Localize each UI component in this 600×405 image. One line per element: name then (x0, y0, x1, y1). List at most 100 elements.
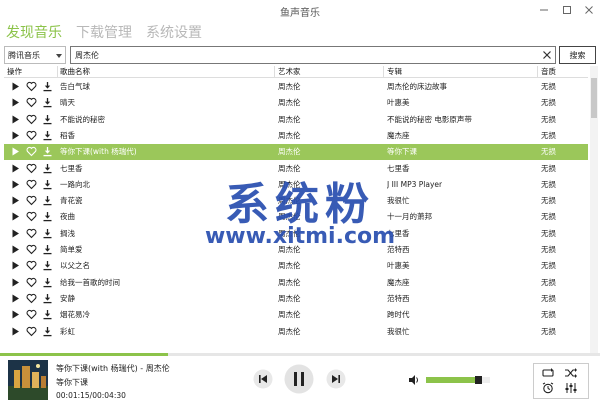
search-input[interactable] (70, 46, 556, 64)
search-button[interactable]: 搜索 (559, 46, 596, 64)
play-icon[interactable] (10, 163, 21, 174)
play-icon[interactable] (10, 277, 21, 288)
heart-icon[interactable] (26, 293, 37, 304)
heart-icon[interactable] (26, 146, 37, 157)
download-icon[interactable] (42, 309, 53, 320)
play-icon[interactable] (10, 97, 21, 108)
download-icon[interactable] (42, 260, 53, 271)
table-row[interactable]: 稻香 周杰伦 魔杰座 无损 (4, 128, 588, 144)
album-cover[interactable] (8, 360, 48, 400)
play-icon[interactable] (10, 130, 21, 141)
table-scrollbar[interactable] (590, 66, 598, 353)
table-row[interactable]: 不能说的秘密 周杰伦 不能说的秘密 电影原声带 无损 (4, 112, 588, 128)
player-bar: 等你下课(with 杨瑞代) - 周杰伦 等你下课 00:01:15/00:04… (0, 356, 600, 405)
album-cell: 七里香 (387, 228, 410, 238)
quality-cell: 无损 (541, 179, 556, 189)
column-divider[interactable] (57, 66, 58, 78)
heart-icon[interactable] (26, 260, 37, 271)
heart-icon[interactable] (26, 97, 37, 108)
play-icon[interactable] (10, 309, 21, 320)
heart-icon[interactable] (26, 309, 37, 320)
table-row[interactable]: 安静 周杰伦 范特西 无损 (4, 291, 588, 307)
play-icon[interactable] (10, 326, 21, 337)
download-icon[interactable] (42, 179, 53, 190)
artist-cell: 周杰伦 (278, 114, 301, 124)
song-name-cell: 不能说的秘密 (60, 114, 105, 124)
tab-system-settings[interactable]: 系统设置 (146, 22, 202, 44)
play-icon[interactable] (10, 81, 21, 92)
column-divider[interactable] (537, 66, 538, 78)
table-row[interactable]: 等你下课(with 杨瑞代) 周杰伦 等你下课 无损 (4, 144, 588, 161)
table-row[interactable]: 七里香 周杰伦 七里香 无损 (4, 161, 588, 177)
table-row[interactable]: 给我一首歌的时间 周杰伦 魔杰座 无损 (4, 275, 588, 291)
download-icon[interactable] (42, 81, 53, 92)
shuffle-icon[interactable] (564, 367, 578, 379)
song-name-cell: 夜曲 (60, 212, 75, 222)
song-name-cell: 烟花易冷 (60, 310, 90, 320)
download-icon[interactable] (42, 97, 53, 108)
download-icon[interactable] (42, 293, 53, 304)
download-icon[interactable] (42, 130, 53, 141)
column-divider[interactable] (383, 66, 384, 78)
equalizer-icon[interactable] (564, 382, 578, 394)
tab-download-manager[interactable]: 下载管理 (76, 22, 132, 44)
play-icon[interactable] (10, 195, 21, 206)
play-icon[interactable] (10, 179, 21, 190)
song-name-cell: 彩虹 (60, 326, 75, 336)
table-header: 操作 歌曲名称 艺术家 专辑 音质 (4, 66, 588, 78)
download-icon[interactable] (42, 211, 53, 222)
table-row[interactable]: 烟花易冷 周杰伦 跨时代 无损 (4, 307, 588, 323)
source-dropdown[interactable]: 腾讯音乐 (4, 46, 66, 64)
download-icon[interactable] (42, 195, 53, 206)
song-name-cell: 七里香 (60, 163, 83, 173)
play-icon[interactable] (10, 293, 21, 304)
next-button[interactable] (326, 369, 346, 389)
volume-slider-handle[interactable] (474, 376, 482, 384)
alarm-icon[interactable] (541, 382, 555, 394)
heart-icon[interactable] (26, 277, 37, 288)
heart-icon[interactable] (26, 244, 37, 255)
table-row[interactable]: 简单爱 周杰伦 范特西 无损 (4, 242, 588, 258)
heart-icon[interactable] (26, 163, 37, 174)
volume-icon[interactable] (408, 374, 420, 386)
heart-icon[interactable] (26, 326, 37, 337)
download-icon[interactable] (42, 228, 53, 239)
play-icon[interactable] (10, 244, 21, 255)
table-row[interactable]: 一路向北 周杰伦 J III MP3 Player 无损 (4, 177, 588, 193)
heart-icon[interactable] (26, 114, 37, 125)
heart-icon[interactable] (26, 211, 37, 222)
heart-icon[interactable] (26, 195, 37, 206)
scrollbar-thumb[interactable] (591, 78, 597, 118)
play-icon[interactable] (10, 260, 21, 271)
play-icon[interactable] (10, 114, 21, 125)
download-icon[interactable] (42, 146, 53, 157)
table-row[interactable]: 搁浅 周杰伦 七里香 无损 (4, 226, 588, 242)
table-row[interactable]: 晴天 周杰伦 叶惠美 无损 (4, 95, 588, 111)
table-row[interactable]: 青花瓷 周杰伦 我很忙 无损 (4, 193, 588, 209)
play-icon[interactable] (10, 146, 21, 157)
heart-icon[interactable] (26, 179, 37, 190)
close-button[interactable] (576, 0, 600, 20)
play-icon[interactable] (10, 228, 21, 239)
tab-discover-music[interactable]: 发现音乐 (6, 22, 62, 44)
download-icon[interactable] (42, 163, 53, 174)
heart-icon[interactable] (26, 130, 37, 141)
clear-icon[interactable] (540, 48, 554, 62)
volume-slider[interactable] (426, 376, 490, 384)
pause-button[interactable] (284, 364, 314, 394)
repeat-icon[interactable] (541, 367, 555, 379)
table-row[interactable]: 彩虹 周杰伦 我很忙 无损 (4, 324, 588, 340)
table-row[interactable]: 以父之名 周杰伦 叶惠美 无损 (4, 258, 588, 274)
download-icon[interactable] (42, 326, 53, 337)
download-icon[interactable] (42, 244, 53, 255)
download-icon[interactable] (42, 277, 53, 288)
column-divider[interactable] (274, 66, 275, 78)
heart-icon[interactable] (26, 228, 37, 239)
quality-cell: 无损 (541, 310, 556, 320)
play-icon[interactable] (10, 211, 21, 222)
table-row[interactable]: 告白气球 周杰伦 周杰伦的床边故事 无损 (4, 79, 588, 95)
previous-button[interactable] (253, 369, 273, 389)
download-icon[interactable] (42, 114, 53, 125)
table-row[interactable]: 夜曲 周杰伦 十一月的萧邦 无损 (4, 209, 588, 225)
heart-icon[interactable] (26, 81, 37, 92)
